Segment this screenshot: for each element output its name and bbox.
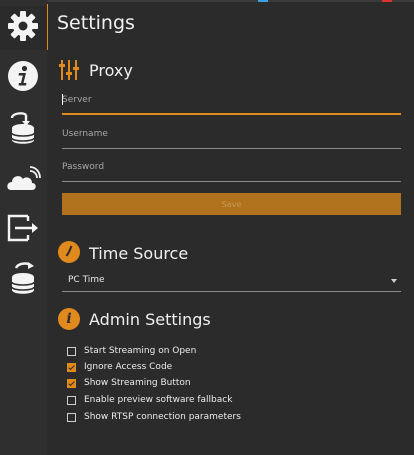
checkbox-box-checked[interactable] [67, 362, 76, 372]
top-edge-accent-red [382, 0, 392, 2]
admin-info-icon: i [58, 308, 80, 330]
window-top-edge [0, 0, 414, 2]
info-icon[interactable] [5, 58, 41, 94]
password-field[interactable]: Password [62, 158, 401, 182]
clock-icon [58, 241, 80, 263]
checkbox-box[interactable] [67, 412, 76, 422]
username-field-label: Username [62, 129, 108, 139]
page-title: Settings [57, 12, 135, 34]
time-source-select[interactable]: PC Time [62, 270, 401, 292]
time-source-value: PC Time [68, 275, 105, 285]
save-button-label: Save [221, 199, 242, 209]
sliders-icon [58, 58, 80, 82]
time-source-title: Time Source [89, 244, 189, 263]
save-button[interactable]: Save [62, 193, 401, 215]
chevron-down-icon [391, 279, 397, 283]
proxy-section-title: Proxy [89, 61, 133, 80]
checkbox-ignore-access-code[interactable]: Ignore Access Code [67, 360, 172, 374]
checkbox-box[interactable] [67, 346, 76, 356]
password-field-underline [62, 181, 401, 182]
gear-icon[interactable] [5, 8, 41, 44]
checkbox-show-streaming-button[interactable]: Show Streaming Button [67, 376, 191, 390]
password-field-label: Password [62, 162, 105, 172]
database-refresh-icon[interactable] [5, 260, 41, 296]
checkbox-label: Start Streaming on Open [84, 346, 197, 356]
username-field-underline [62, 148, 401, 149]
checkbox-label: Show RTSP connection parameters [84, 412, 241, 422]
server-field-underline [62, 113, 401, 115]
checkbox-label: Show Streaming Button [84, 378, 191, 388]
top-edge-accent-blue [258, 0, 268, 2]
checkbox-preview-fallback[interactable]: Enable preview software fallback [67, 393, 232, 407]
checkbox-label: Enable preview software fallback [84, 395, 233, 405]
checkbox-box[interactable] [67, 395, 76, 405]
checkbox-label: Ignore Access Code [84, 362, 173, 372]
server-field-label: Server [62, 95, 92, 105]
server-field[interactable]: Server [62, 91, 401, 115]
export-icon[interactable] [5, 210, 41, 246]
sidebar [0, 0, 47, 455]
cloud-stream-icon[interactable] [5, 162, 41, 198]
checkbox-show-rtsp[interactable]: Show RTSP connection parameters [67, 410, 241, 424]
time-source-underline [62, 291, 401, 292]
checkbox-start-streaming[interactable]: Start Streaming on Open [67, 344, 196, 358]
admin-settings-title: Admin Settings [89, 310, 211, 329]
database-import-icon[interactable] [5, 109, 41, 145]
checkbox-box-checked[interactable] [67, 378, 76, 388]
title-divider [47, 4, 48, 50]
username-field[interactable]: Username [62, 125, 401, 149]
